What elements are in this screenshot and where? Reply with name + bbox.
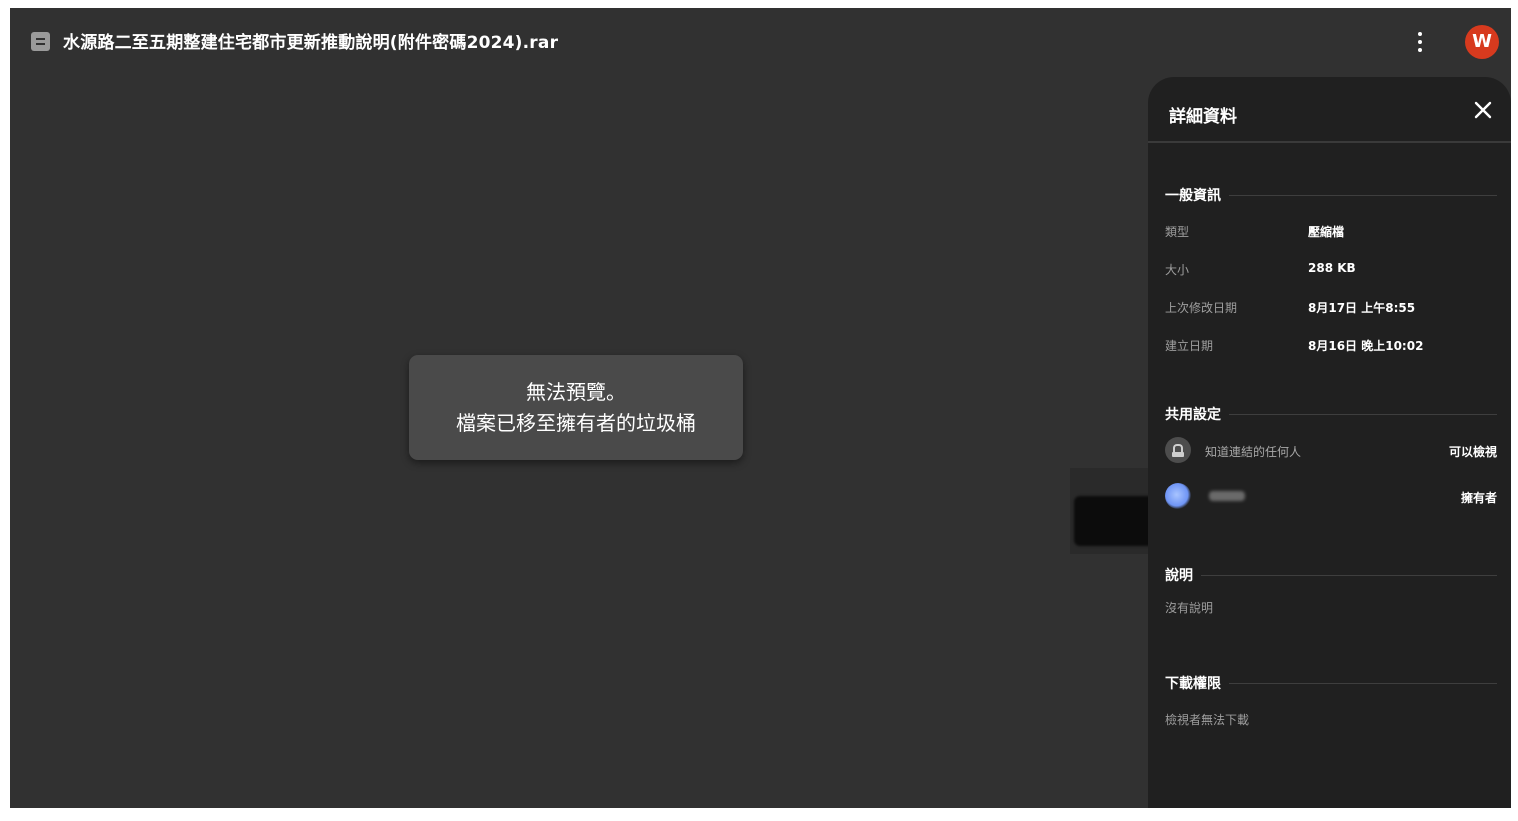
more-options-button[interactable] [1408,28,1432,56]
details-panel: 詳細資料 一般資訊 類型 壓縮檔 大小 288 KB 上次修改日期 8月17日 … [1148,77,1511,808]
details-header: 詳細資料 [1148,77,1511,143]
owner-row[interactable]: 擁有者 [1165,483,1497,511]
modified-value: 8月17日 上午8:55 [1308,301,1416,315]
size-label: 大小 [1165,263,1190,277]
link-share-icon [1165,437,1191,463]
owner-avatar [1165,483,1191,509]
trashed-notice-line: 檔案已移至擁有者的垃圾桶 [456,411,696,435]
link-sharing-row[interactable]: 知道連結的任何人 可以檢視 [1165,437,1497,465]
divider [1229,194,1497,196]
section-label: 說明 [1165,568,1193,584]
type-value: 壓縮檔 [1308,225,1345,239]
section-label: 一般資訊 [1165,188,1221,204]
created-value: 8月16日 晚上10:02 [1308,339,1424,353]
download-permission-heading: 下載權限 [1165,673,1497,693]
more-vert-icon-dot [1418,48,1422,52]
link-sharing-label: 知道連結的任何人 [1205,445,1302,459]
document-icon [31,32,50,51]
section-label: 共用設定 [1165,407,1221,423]
more-vert-icon-dot [1418,40,1422,44]
divider [1229,413,1497,415]
close-button[interactable] [1471,98,1495,122]
divider [1201,574,1497,576]
section-label: 下載權限 [1165,676,1221,692]
owner-role: 擁有者 [1460,491,1497,505]
type-label: 類型 [1165,225,1190,239]
divider [1229,682,1497,684]
description-heading: 說明 [1165,565,1497,585]
close-icon [1474,101,1492,119]
more-vert-icon [1418,32,1422,36]
top-bar: 水源路二至五期整建住宅都市更新推動說明(附件密碼2024).rar W [10,8,1511,76]
size-value: 288 KB [1308,261,1356,275]
owner-name-redacted [1209,491,1245,501]
drive-preview-window: 水源路二至五期整建住宅都市更新推動說明(附件密碼2024).rar W 無法預覽… [10,8,1511,808]
lock-icon-shackle [1173,444,1183,452]
download-permission-text: 檢視者無法下載 [1165,713,1250,727]
link-sharing-role: 可以檢視 [1448,445,1497,459]
sharing-heading: 共用設定 [1165,404,1497,424]
file-title: 水源路二至五期整建住宅都市更新推動說明(附件密碼2024).rar [63,33,559,53]
description-text: 沒有說明 [1165,601,1214,615]
account-avatar[interactable]: W [1465,25,1499,59]
lock-icon-base [1172,452,1184,457]
no-preview-line: 無法預覽。 [526,380,626,404]
modified-label: 上次修改日期 [1165,301,1238,315]
no-preview-message: 無法預覽。 檔案已移至擁有者的垃圾桶 [409,355,743,460]
details-title: 詳細資料 [1169,107,1237,127]
created-label: 建立日期 [1165,339,1214,353]
general-info-heading: 一般資訊 [1165,185,1497,205]
